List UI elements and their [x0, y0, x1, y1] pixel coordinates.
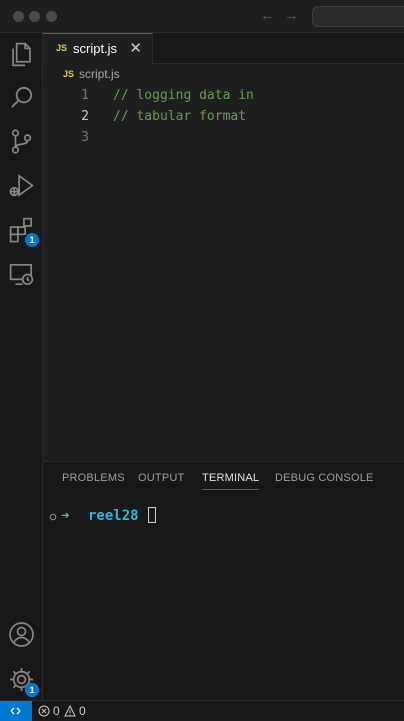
- code-text: // tabular format: [113, 109, 247, 124]
- remote-explorer-icon[interactable]: [7, 260, 36, 289]
- error-icon: [38, 705, 50, 717]
- tab-script-js[interactable]: JS script.js ✕: [43, 33, 153, 64]
- minimize-window-button[interactable]: [29, 11, 40, 22]
- explorer-icon[interactable]: [7, 40, 36, 69]
- remote-icon: [10, 707, 21, 715]
- tab-terminal[interactable]: TERMINAL: [202, 472, 260, 490]
- extensions-icon[interactable]: 1: [7, 215, 39, 247]
- extensions-badge: 1: [25, 233, 39, 247]
- back-arrow-icon[interactable]: ←: [260, 7, 275, 25]
- terminal-cursor: [148, 507, 156, 523]
- title-bar: ← →: [0, 0, 404, 33]
- close-window-button[interactable]: [13, 11, 24, 22]
- bottom-panel: PROBLEMS OUTPUT TERMINAL DEBUG CONSOLE ➜…: [43, 461, 404, 700]
- activity-bar: 1 1: [0, 33, 43, 700]
- line-number: 3: [81, 130, 89, 145]
- warning-icon: [64, 705, 76, 717]
- tab-output[interactable]: OUTPUT: [138, 472, 184, 484]
- line-number: 2: [81, 109, 89, 124]
- close-icon[interactable]: ✕: [129, 39, 142, 57]
- prompt-arrow-icon: ➜: [61, 508, 70, 524]
- code-line: 2 // tabular format: [43, 106, 404, 127]
- maximize-window-button[interactable]: [46, 11, 57, 22]
- error-count: 0: [53, 704, 60, 718]
- tab-debug-console[interactable]: DEBUG CONSOLE: [275, 472, 374, 484]
- line-number: 1: [81, 88, 89, 103]
- remote-indicator-button[interactable]: [0, 701, 32, 721]
- editor-tab-bar: JS script.js ✕: [43, 33, 404, 64]
- terminal-directory: reel28: [88, 508, 139, 524]
- js-file-icon: JS: [56, 43, 68, 53]
- warning-count: 0: [79, 704, 86, 718]
- code-editor[interactable]: 1 // logging data in 2 // tabular format…: [43, 85, 404, 460]
- code-text: // logging data in: [113, 88, 254, 103]
- breadcrumb-file[interactable]: script.js: [79, 67, 120, 81]
- tab-label: script.js: [73, 41, 118, 56]
- tab-problems[interactable]: PROBLEMS: [62, 472, 125, 484]
- status-bar: 0 0: [0, 700, 404, 721]
- account-icon[interactable]: [7, 620, 36, 649]
- manage-gear-icon[interactable]: 1: [7, 665, 39, 697]
- source-control-icon[interactable]: [7, 127, 36, 156]
- code-line: 1 // logging data in: [43, 85, 404, 106]
- command-center-search[interactable]: [312, 6, 404, 27]
- code-line: 3: [43, 127, 404, 148]
- js-file-icon: JS: [63, 69, 75, 79]
- search-icon[interactable]: [7, 83, 36, 112]
- forward-arrow-icon[interactable]: →: [284, 7, 299, 25]
- command-status-icon: [49, 513, 57, 521]
- run-debug-icon[interactable]: [7, 171, 36, 200]
- manage-badge: 1: [25, 683, 39, 697]
